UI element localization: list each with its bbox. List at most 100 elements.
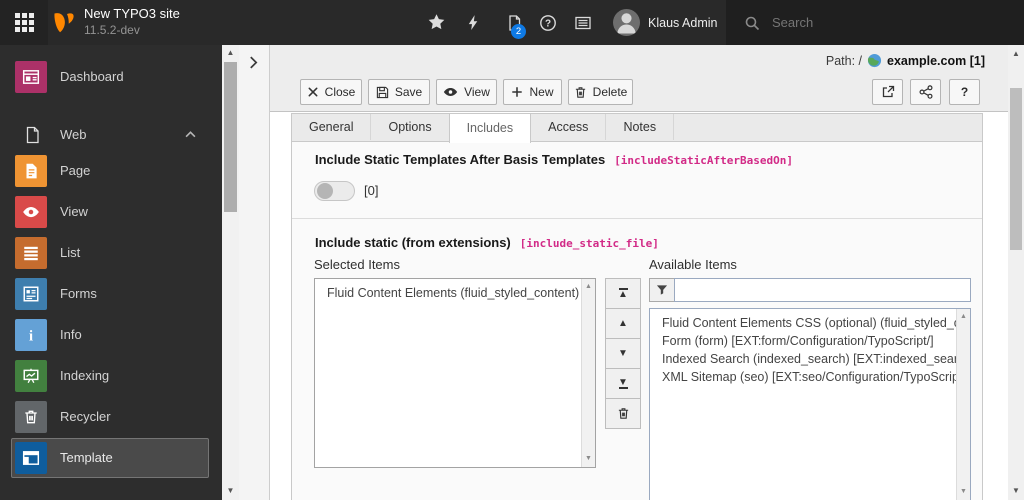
scroll-up-arrow-icon[interactable]: ▲ (222, 49, 239, 57)
sidebar-item-indexing[interactable]: Indexing (0, 360, 222, 392)
listbox-scrollbar[interactable]: ▲ ▼ (581, 279, 595, 467)
list-item[interactable]: XML Sitemap (seo) [EXT:seo/Configuration… (650, 368, 956, 386)
listbox-scrollbar[interactable]: ▲ ▼ (956, 309, 970, 500)
scroll-down-arrow-icon[interactable]: ▼ (957, 488, 970, 496)
module-body: Include Static Templates After Basis Tem… (270, 112, 1008, 500)
sidebar-item-page[interactable]: Page (0, 155, 222, 187)
field-label: Include static (from extensions) (315, 235, 511, 250)
sidebar-item-view[interactable]: View (0, 196, 222, 228)
forms-icon (15, 278, 47, 310)
opened-documents-button[interactable] (496, 0, 532, 45)
triangle-up-icon: ▲ (618, 289, 628, 300)
help-menu-button[interactable]: ? (530, 0, 566, 45)
sidebar-item-list[interactable]: List (0, 237, 222, 269)
save-button[interactable]: Save (368, 79, 430, 105)
move-up-button[interactable]: ▲ (605, 308, 641, 339)
navigation-collapse-strip (239, 45, 270, 500)
list-item[interactable]: Indexed Search (indexed_search) [EXT:ind… (650, 350, 956, 368)
typo3-backend: New TYPO3 site 11.5.2-dev 2 ? Klaus Admi… (0, 0, 1024, 500)
fieldset-divider (292, 218, 982, 219)
delete-button[interactable]: Delete (568, 79, 633, 105)
sidebar-item-template[interactable]: Template (11, 438, 209, 478)
field-label: Include Static Templates After Basis Tem… (315, 152, 606, 167)
path-value[interactable]: example.com [1] (887, 54, 985, 68)
triangle-up-icon: ▲ (618, 318, 628, 329)
sidebar-item-recycler[interactable]: Recycler (0, 401, 222, 433)
documents-count-badge: 2 (511, 24, 526, 39)
clear-cache-button[interactable] (454, 0, 490, 45)
main-scrollbar[interactable]: ▲ ▼ (1008, 45, 1024, 500)
bolt-icon (468, 15, 477, 30)
scroll-down-arrow-icon[interactable]: ▼ (222, 487, 239, 495)
eye-icon (443, 88, 458, 96)
user-menu[interactable]: Klaus Admin (605, 0, 717, 45)
search-input[interactable] (770, 14, 974, 31)
field-tag: [includeStaticAfterBasedOn] (614, 154, 793, 167)
filter-toggle-button[interactable] (649, 278, 675, 302)
topbar: New TYPO3 site 11.5.2-dev 2 ? Klaus Admi… (0, 0, 1024, 45)
sidebar-item-dashboard[interactable]: Dashboard (0, 61, 222, 93)
view-button[interactable]: View (436, 79, 497, 105)
include-after-toggle[interactable] (314, 181, 355, 201)
bookmarks-button[interactable] (418, 0, 454, 45)
system-information-button[interactable] (565, 0, 601, 45)
app-grid-button[interactable] (0, 0, 48, 45)
expand-navigation-button[interactable] (248, 56, 259, 69)
path-label: Path: / (825, 53, 863, 68)
info-icon: i (15, 319, 47, 351)
tab-general[interactable]: General (292, 114, 372, 140)
tab-includes[interactable]: Includes (448, 113, 532, 143)
trash-icon (15, 401, 47, 433)
help-button[interactable]: ? (949, 79, 980, 105)
open-in-new-window-button[interactable] (872, 79, 903, 105)
available-items-list: Fluid Content Elements CSS (optional) (f… (650, 314, 956, 500)
sidebar-item-forms[interactable]: Forms (0, 278, 222, 310)
new-button[interactable]: New (503, 79, 562, 105)
triangle-down-icon: ▼ (618, 377, 628, 388)
move-to-top-button[interactable]: ▲ (605, 278, 641, 309)
docheader: Path: / example.com [1] Close Save View (270, 45, 1008, 112)
funnel-filter-icon (656, 285, 668, 295)
scroll-up-arrow-icon[interactable]: ▲ (957, 313, 970, 321)
site-version: 11.5.2-dev (84, 23, 140, 37)
selected-items-listbox[interactable]: Fluid Content Elements (fluid_styled_con… (314, 278, 596, 468)
move-to-bottom-button[interactable]: ▼ (605, 368, 641, 399)
trash-icon (618, 408, 628, 419)
list-item[interactable]: Fluid Content Elements (fluid_styled_con… (327, 286, 580, 300)
scrollbar-thumb[interactable] (1010, 88, 1022, 250)
available-items-listbox[interactable]: Fluid Content Elements CSS (optional) (f… (649, 308, 971, 500)
floppy-save-icon (376, 86, 388, 98)
remove-item-button[interactable] (605, 398, 641, 429)
available-items-filter-input[interactable] (674, 278, 971, 302)
list-lines-icon (15, 237, 47, 269)
scroll-up-arrow-icon[interactable]: ▲ (582, 283, 595, 291)
question-circle-icon: ? (540, 14, 556, 31)
sidebar-item-info[interactable]: i Info (0, 319, 222, 351)
web-page-icon (23, 124, 41, 146)
tab-options[interactable]: Options (371, 114, 450, 140)
scroll-down-arrow-icon[interactable]: ▼ (582, 455, 595, 463)
toggle-knob (317, 183, 333, 199)
module-menu: Dashboard Web Page View List Forms i Inf… (0, 45, 222, 500)
sidebar-group-web[interactable]: Web (0, 119, 222, 151)
list-item[interactable]: Form (form) [EXT:form/Configuration/Typo… (650, 332, 956, 350)
scrollbar-thumb[interactable] (224, 62, 237, 212)
scroll-down-arrow-icon[interactable]: ▼ (1008, 487, 1024, 495)
toggle-value: [0] (364, 183, 379, 198)
trash-icon (575, 86, 585, 98)
close-button[interactable]: Close (300, 79, 362, 105)
svg-text:i: i (29, 329, 33, 344)
search-icon (745, 16, 760, 30)
share-button[interactable] (910, 79, 941, 105)
chevron-right-icon (250, 56, 258, 69)
share-icon (919, 85, 933, 99)
tab-access[interactable]: Access (531, 114, 607, 140)
tab-notes[interactable]: Notes (606, 114, 675, 140)
scroll-up-arrow-icon[interactable]: ▲ (1008, 50, 1024, 58)
plus-icon (512, 87, 523, 97)
page-icon (15, 155, 47, 187)
list-item[interactable]: Fluid Content Elements CSS (optional) (f… (650, 314, 956, 332)
move-down-button[interactable]: ▼ (605, 338, 641, 369)
tab-bar: General Options Includes Access Notes (291, 113, 983, 143)
sidebar-scrollbar[interactable]: ▲ ▼ (222, 45, 239, 500)
